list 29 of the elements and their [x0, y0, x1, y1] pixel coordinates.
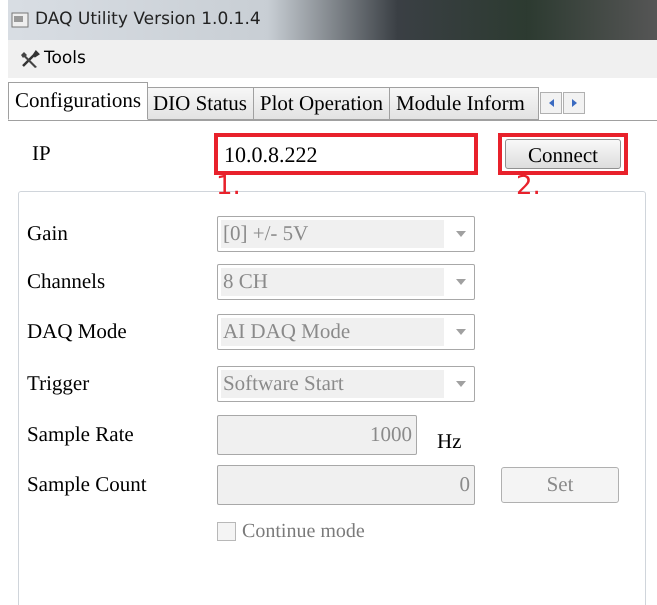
window-title: DAQ Utility Version 1.0.1.4	[35, 8, 261, 32]
connect-button[interactable]: Connect	[505, 139, 621, 169]
ip-label: IP	[32, 140, 52, 168]
tab[interactable]: Module Inform	[389, 87, 539, 120]
dropdown-arrow-icon	[456, 329, 466, 335]
menu-item[interactable]: Tools	[20, 46, 86, 72]
field-label: Sample Rate	[27, 421, 135, 448]
step-number: 1.	[216, 173, 241, 199]
window-icon	[11, 12, 29, 28]
ip-field[interactable]: 10.0.8.222	[214, 133, 478, 175]
tab[interactable]: Configurations	[8, 82, 148, 120]
tab[interactable]: Plot Operation	[252, 87, 390, 120]
left-arrow-icon	[548, 99, 554, 107]
scroll-left-button[interactable]	[540, 92, 562, 114]
tools-icon	[20, 49, 40, 69]
field-label: Trigger	[27, 370, 90, 398]
right-arrow-icon	[572, 99, 576, 107]
scroll-right-button[interactable]	[563, 92, 585, 114]
unit-label: Hz	[437, 428, 462, 456]
dropdown-arrow-icon	[456, 279, 466, 285]
checkbox-label: Continue mode	[242, 519, 365, 544]
field-label: Sample Count	[27, 471, 148, 498]
field-label: DAQ Mode	[27, 318, 128, 346]
step-number: 2.	[516, 173, 541, 199]
dropdown-arrow-icon	[456, 231, 466, 237]
field-label: Channels	[27, 268, 106, 296]
tab[interactable]: DIO Status	[146, 87, 254, 120]
dropdown-arrow-icon	[456, 381, 466, 387]
field-label: Gain	[27, 220, 69, 248]
